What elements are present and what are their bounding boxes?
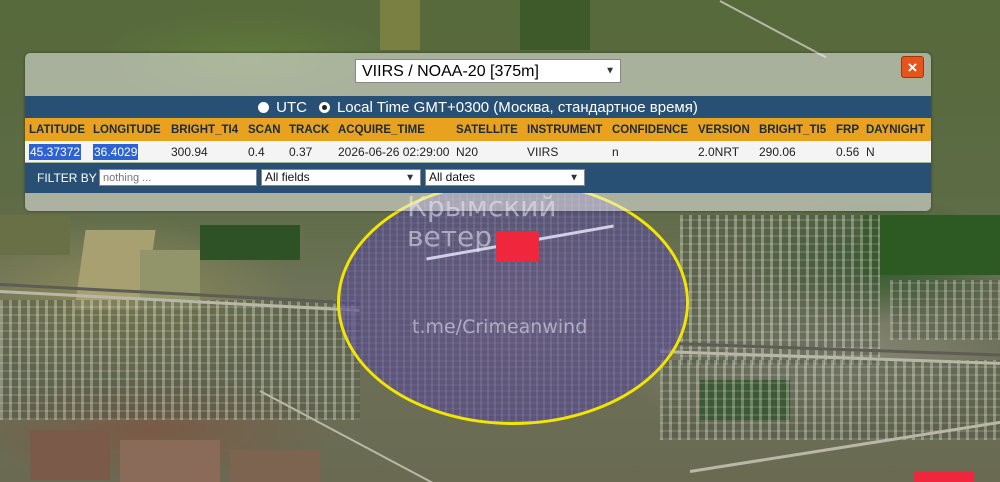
source-select-value: VIIRS / NOAA-20 [375m] xyxy=(362,63,539,80)
column-header: BRIGHT_TI5 xyxy=(755,118,832,141)
column-header: SCAN xyxy=(244,118,285,141)
column-header: LONGITUDE xyxy=(89,118,167,141)
column-header: SATELLITE xyxy=(452,118,523,141)
table-cell: 0.4 xyxy=(244,141,285,162)
date-select[interactable]: All dates ▼ xyxy=(425,169,585,186)
column-header: LATITUDE xyxy=(25,118,89,141)
filter-label: FILTER BY xyxy=(37,171,97,185)
time-zone-bar: UTC Local Time GMT+0300 (Москва, стандар… xyxy=(25,96,931,118)
map-field xyxy=(230,450,320,482)
watermark-channel: t.me/Crimeanwind xyxy=(412,316,588,338)
column-header: VERSION xyxy=(694,118,755,141)
table-cell: 2026-06-26 02:29:00 xyxy=(334,141,452,162)
radio-utc[interactable] xyxy=(258,101,270,113)
chevron-down-icon: ▼ xyxy=(605,65,615,77)
column-header: TRACK xyxy=(285,118,334,141)
column-header: CONFIDENCE xyxy=(608,118,694,141)
table-cell: VIIRS xyxy=(523,141,608,162)
map-field xyxy=(120,440,220,482)
time-option-local[interactable]: Local Time GMT+0300 (Москва, стандартное… xyxy=(318,98,698,116)
map-field xyxy=(30,430,110,480)
watermark-line2: ветер xyxy=(407,220,493,253)
table-cell: 0.37 xyxy=(285,141,334,162)
filter-bar: FILTER BY All fields ▼ All dates ▼ xyxy=(25,163,931,193)
map-field xyxy=(520,0,590,50)
chevron-down-icon: ▼ xyxy=(569,172,579,183)
fire-hotspot-marker[interactable] xyxy=(914,472,974,482)
column-header: ACQUIRE_TIME xyxy=(334,118,452,141)
radio-local[interactable] xyxy=(318,101,330,113)
table-cell[interactable]: 36.4029 xyxy=(89,141,167,162)
date-select-value: All dates xyxy=(429,170,476,184)
time-option-utc[interactable]: UTC xyxy=(258,99,307,116)
latitude-value[interactable]: 45.37372 xyxy=(29,143,82,160)
map-field xyxy=(200,225,300,260)
map-field xyxy=(380,0,420,50)
chevron-down-icon: ▼ xyxy=(405,172,415,183)
fire-info-popup: VIIRS / NOAA-20 [375m] ▼ × UTC Local Tim… xyxy=(25,53,931,211)
map-field xyxy=(0,215,70,255)
source-select[interactable]: VIIRS / NOAA-20 [375m] ▼ xyxy=(355,59,621,83)
map-town xyxy=(890,280,1000,340)
map-road xyxy=(719,0,827,59)
column-header: BRIGHT_TI4 xyxy=(167,118,244,141)
filter-input[interactable] xyxy=(99,169,257,186)
table-row: 45.37372 36.4029 300.94 0.4 0.37 2026-06… xyxy=(25,141,931,162)
fire-hotspot-marker[interactable] xyxy=(496,231,539,262)
table-cell[interactable]: 45.37372 xyxy=(25,141,89,162)
time-option-utc-label: UTC xyxy=(276,98,307,116)
table-cell: 0.56 xyxy=(832,141,862,162)
table-cell: N xyxy=(862,141,931,162)
close-button[interactable]: × xyxy=(901,56,924,78)
map-field xyxy=(860,215,1000,275)
fire-data-table: LATITUDE LONGITUDE BRIGHT_TI4 SCAN TRACK… xyxy=(25,118,931,162)
table-cell: 2.0NRT xyxy=(694,141,755,162)
field-select[interactable]: All fields ▼ xyxy=(261,169,421,186)
time-option-local-label: Local Time GMT+0300 (Москва, стандартное… xyxy=(336,98,698,116)
table-cell: 290.06 xyxy=(755,141,832,162)
popup-header: VIIRS / NOAA-20 [375m] ▼ × xyxy=(25,53,931,95)
longitude-value[interactable]: 36.4029 xyxy=(93,143,139,160)
table-header-row: LATITUDE LONGITUDE BRIGHT_TI4 SCAN TRACK… xyxy=(25,118,931,141)
table-cell: n xyxy=(608,141,694,162)
table-cell: 300.94 xyxy=(167,141,244,162)
map-town xyxy=(0,300,360,420)
column-header: FRP xyxy=(832,118,862,141)
column-header: DAYNIGHT xyxy=(862,118,931,141)
table-cell: N20 xyxy=(452,141,523,162)
column-header: INSTRUMENT xyxy=(523,118,608,141)
field-select-value: All fields xyxy=(265,170,310,184)
